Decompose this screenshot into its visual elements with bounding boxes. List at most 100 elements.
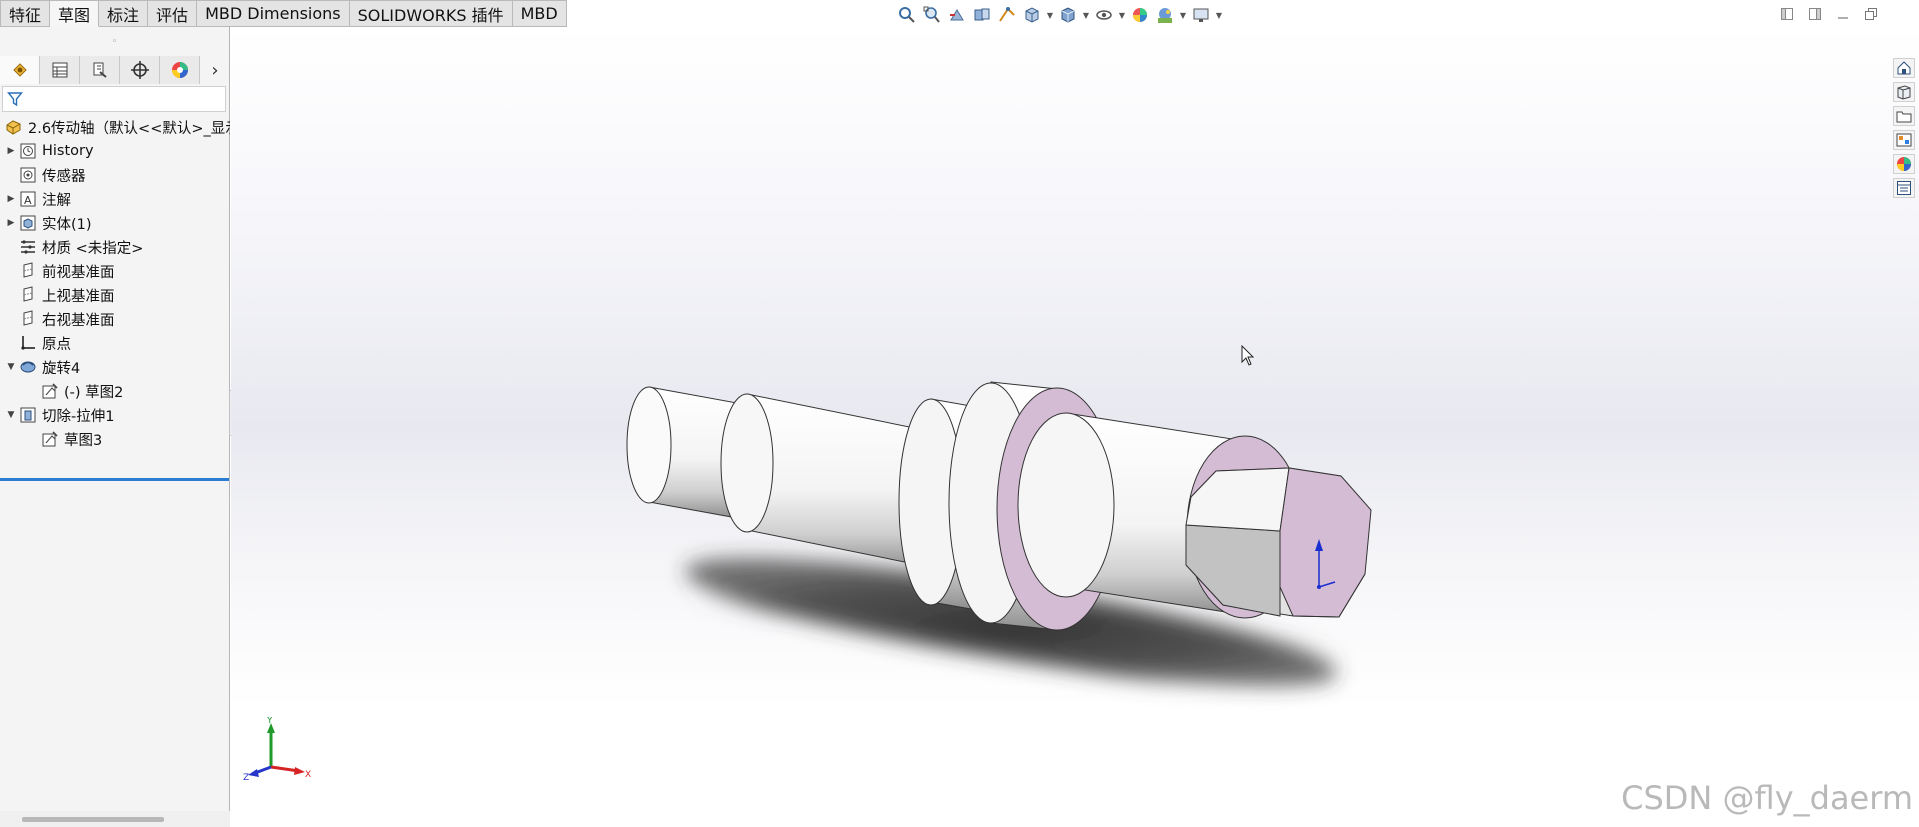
part-icon <box>4 117 24 137</box>
tree-item[interactable]: 前视基准面 <box>0 259 230 283</box>
sensor-icon <box>18 165 38 185</box>
tree-item[interactable]: 材质 <未指定> <box>0 235 230 259</box>
view-settings-icon[interactable] <box>1190 4 1212 26</box>
material-icon <box>18 237 38 257</box>
triad-y-label: Y <box>266 717 273 726</box>
panel-grip-handle[interactable]: ◦ <box>0 27 229 56</box>
view-palette-icon[interactable] <box>1893 130 1915 150</box>
dimxpert-manager-tab-icon[interactable] <box>120 56 160 84</box>
previous-view-icon[interactable] <box>946 4 968 26</box>
chevron-right-icon[interactable]: ▶ <box>4 146 18 156</box>
sketch-icon <box>40 381 60 401</box>
dynamic-annotation-icon[interactable] <box>996 4 1018 26</box>
apply-scene-icon[interactable] <box>1154 4 1176 26</box>
tree-item-label: 旋转4 <box>42 360 81 377</box>
reference-triad: Y X Z <box>243 717 311 783</box>
plane-icon <box>18 261 38 281</box>
panel-tab-strip: › <box>0 56 230 84</box>
appearances-scenes-icon[interactable] <box>1893 154 1915 174</box>
tree-filter-bar[interactable] <box>2 86 226 112</box>
chevron-right-icon[interactable]: ▶ <box>4 218 18 228</box>
command-tab[interactable]: SOLIDWORKS 插件 <box>349 0 513 27</box>
task-pane-strip <box>1893 58 1919 198</box>
tree-item[interactable]: 草图3 <box>0 427 230 451</box>
cut-extrude-icon <box>18 405 38 425</box>
command-tab[interactable]: MBD <box>512 0 567 27</box>
window-controls <box>1777 4 1881 24</box>
tree-item-label: 前视基准面 <box>42 264 115 281</box>
origin-icon <box>18 333 38 353</box>
tree-item-label: 材质 <未指定> <box>42 240 144 257</box>
tree-item-label: (-) 草图2 <box>64 384 124 401</box>
more-tabs-chevron-icon[interactable]: › <box>200 56 230 84</box>
horizontal-scrollbar-thumb[interactable] <box>22 817 164 822</box>
chevron-right-icon[interactable]: ▶ <box>4 194 18 204</box>
tree-item[interactable]: 原点 <box>0 331 230 355</box>
command-tab[interactable]: 标注 <box>99 0 149 27</box>
solidworks-resources-icon[interactable] <box>1893 58 1915 78</box>
tree-item[interactable]: 右视基准面 <box>0 307 230 331</box>
tree-item-label: 原点 <box>42 336 71 353</box>
command-tab[interactable]: 评估 <box>148 0 198 27</box>
tree-item[interactable]: 上视基准面 <box>0 283 230 307</box>
triad-x-label: X <box>305 770 311 780</box>
display-manager-tab-icon[interactable] <box>160 56 200 84</box>
horizontal-scrollbar[interactable] <box>0 811 230 827</box>
tile-right-icon[interactable] <box>1805 4 1825 24</box>
tree-root-label: 2.6传动轴（默认<<默认>_显示 <box>28 120 230 137</box>
command-tab[interactable]: 特征 <box>0 0 51 27</box>
hide-show-items-icon[interactable] <box>1093 4 1115 26</box>
tile-left-icon[interactable] <box>1777 4 1797 24</box>
restore-icon[interactable] <box>1861 4 1881 24</box>
feature-manager-panel: ◦ › 2.6传动轴（默认<<默认>_显示 ▶ History 传感器 ▶ A 注解 ▶ 实体… <box>0 27 230 827</box>
tree-root-part[interactable]: 2.6传动轴（默认<<默认>_显示 <box>0 115 230 139</box>
chevron-down-icon[interactable]: ▼ <box>4 410 18 420</box>
view-settings-dropdown[interactable]: ▼ <box>1215 4 1223 26</box>
feature-manager-tab-icon[interactable] <box>0 56 40 84</box>
section-view-icon[interactable] <box>971 4 993 26</box>
design-library-icon[interactable] <box>1893 82 1915 102</box>
tree-item-label: 传感器 <box>42 168 86 185</box>
zoom-area-icon[interactable] <box>921 4 943 26</box>
tree-item[interactable]: ▼ 旋转4 <box>0 355 230 379</box>
shaft-model[interactable] <box>231 27 1919 827</box>
view-orientation-dropdown[interactable]: ▼ <box>1046 4 1054 26</box>
shaft-end-small <box>626 386 738 519</box>
property-manager-tab-icon[interactable] <box>40 56 80 84</box>
display-style-icon[interactable] <box>1057 4 1079 26</box>
minimize-icon[interactable] <box>1833 4 1853 24</box>
command-manager-tabs: 特征 草图 标注 评估 MBD Dimensions SOLIDWORKS 插件 MBD <box>0 0 567 27</box>
rollback-bar[interactable] <box>0 478 229 481</box>
apply-scene-dropdown[interactable]: ▼ <box>1179 4 1187 26</box>
tree-item[interactable]: (-) 草图2 <box>0 379 230 403</box>
tree-item[interactable]: ▶ 实体(1) <box>0 211 230 235</box>
zoom-to-fit-icon[interactable] <box>896 4 918 26</box>
chevron-down-icon[interactable]: ▼ <box>4 362 18 372</box>
heads-up-view-toolbar: ▼ ▼ ▼ ▼ ▼ <box>896 4 1223 26</box>
plane-icon <box>18 309 38 329</box>
tree-item-label: 实体(1) <box>42 216 92 233</box>
tree-item-label: 上视基准面 <box>42 288 115 305</box>
view-orientation-icon[interactable] <box>1021 4 1043 26</box>
command-tab[interactable]: 草图 <box>50 0 100 27</box>
history-icon <box>18 141 38 161</box>
edit-appearance-icon[interactable] <box>1129 4 1151 26</box>
shaft-hex-end <box>1185 467 1372 618</box>
command-tab[interactable]: MBD Dimensions <box>197 0 350 27</box>
hide-show-dropdown[interactable]: ▼ <box>1118 4 1126 26</box>
tree-item[interactable]: 传感器 <box>0 163 230 187</box>
tree-item-label: 草图3 <box>64 432 103 449</box>
plane-icon <box>18 285 38 305</box>
tree-item-label: 右视基准面 <box>42 312 115 329</box>
custom-properties-icon[interactable] <box>1893 178 1915 198</box>
revolve-icon <box>18 357 38 377</box>
graphics-viewport[interactable]: Y X Z <box>231 27 1919 827</box>
tree-item[interactable]: ▶ A 注解 <box>0 187 230 211</box>
tree-item[interactable]: ▼ 切除-拉伸1 <box>0 403 230 427</box>
filter-icon <box>7 92 23 107</box>
configuration-manager-tab-icon[interactable] <box>80 56 120 84</box>
tree-item[interactable]: ▶ History <box>0 139 230 163</box>
display-style-dropdown[interactable]: ▼ <box>1082 4 1090 26</box>
tree-item-label: History <box>42 143 94 159</box>
file-explorer-icon[interactable] <box>1893 106 1915 126</box>
